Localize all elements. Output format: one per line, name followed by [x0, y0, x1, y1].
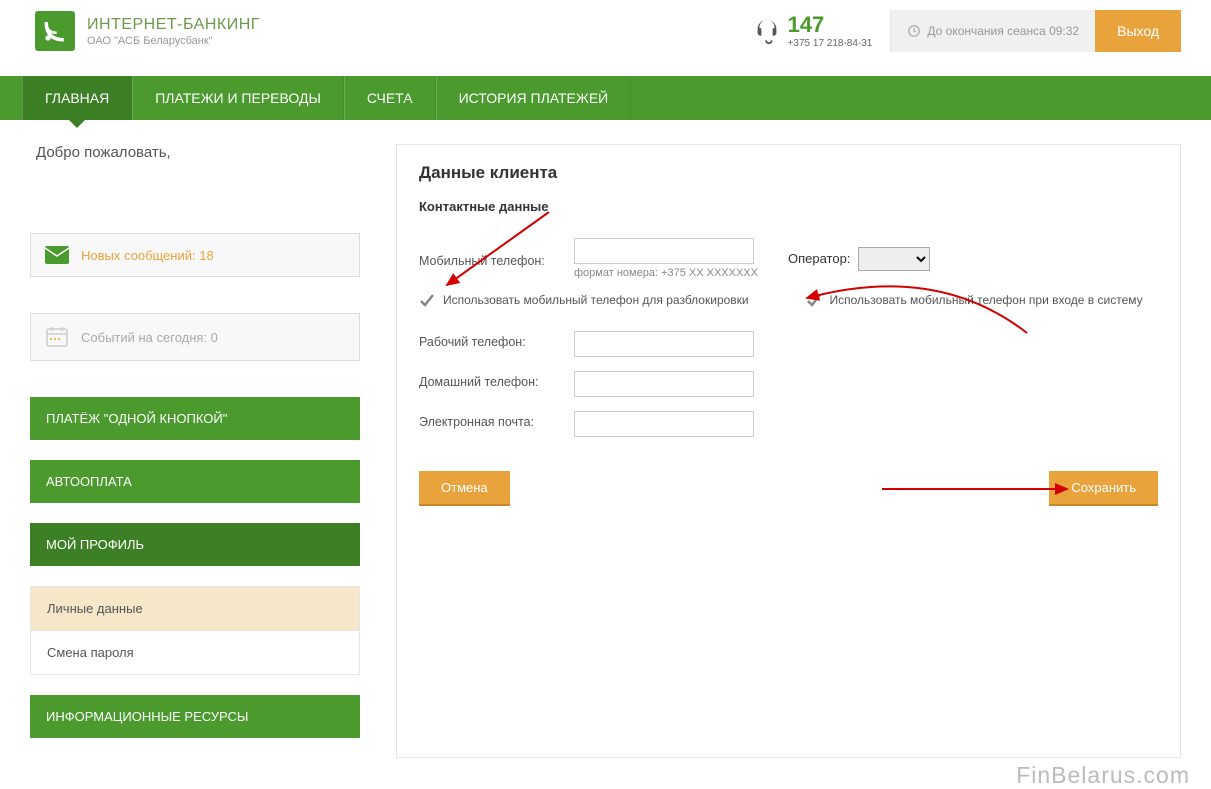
support-phone: +375 17 218-84-31: [788, 38, 873, 49]
mobile-input[interactable]: [574, 238, 754, 264]
nav-payments[interactable]: ПЛАТЕЖИ И ПЕРЕВОДЫ: [132, 76, 344, 120]
work-phone-label: Рабочий телефон:: [419, 331, 574, 349]
nav-home[interactable]: ГЛАВНАЯ: [22, 76, 132, 120]
main-nav: ГЛАВНАЯ ПЛАТЕЖИ И ПЕРЕВОДЫ СЧЕТА ИСТОРИЯ…: [0, 76, 1211, 120]
logout-button[interactable]: Выход: [1095, 10, 1181, 52]
row-email: Электронная почта:: [419, 411, 1158, 437]
bank-logo-icon: [35, 11, 75, 51]
email-label: Электронная почта:: [419, 411, 574, 429]
support-number: 147: [788, 14, 873, 36]
messages-box[interactable]: Новых сообщений: 18: [30, 233, 360, 277]
events-box[interactable]: Событий на сегодня: 0: [30, 313, 360, 361]
brand-title: ИНТЕРНЕТ-БАНКИНГ: [87, 16, 260, 34]
header: ИНТЕРНЕТ-БАНКИНГ ОАО "АСБ Беларусбанк" 1…: [0, 0, 1211, 62]
check-unblock[interactable]: Использовать мобильный телефон для разбл…: [419, 293, 772, 309]
sidebar-change-password[interactable]: Смена пароля: [30, 631, 360, 675]
headset-icon: [752, 16, 782, 46]
messages-label: Новых сообщений: 18: [81, 248, 214, 263]
check-login-label: Использовать мобильный телефон при входе…: [830, 293, 1143, 307]
save-button[interactable]: Сохранить: [1049, 471, 1158, 506]
sidebar-personal-data[interactable]: Личные данные: [30, 586, 360, 631]
session-timer: До окончания сеанса 09:32: [890, 10, 1095, 52]
sidebar-oneclick[interactable]: ПЛАТЁЖ "ОДНОЙ КНОПКОЙ": [30, 397, 360, 440]
mobile-label: Мобильный телефон:: [419, 250, 574, 268]
welcome-text: Добро пожаловать,: [36, 144, 360, 161]
cancel-button[interactable]: Отмена: [419, 471, 510, 506]
home-phone-input[interactable]: [574, 371, 754, 397]
events-label: Событий на сегодня: 0: [81, 330, 218, 345]
sidebar-autopay[interactable]: АВТООПЛАТА: [30, 460, 360, 503]
row-work-phone: Рабочий телефон:: [419, 331, 1158, 357]
operator-label: Оператор:: [788, 251, 850, 266]
watermark: FinBelarus.com: [1016, 762, 1190, 789]
nav-accounts[interactable]: СЧЕТА: [344, 76, 436, 120]
main-panel: Данные клиента Контактные данные Мобильн…: [396, 144, 1181, 758]
check-icon: [419, 293, 435, 309]
panel-title: Данные клиента: [419, 163, 1158, 183]
session-text: До окончания сеанса 09:32: [927, 24, 1079, 38]
row-mobile: Мобильный телефон: формат номера: +375 X…: [419, 238, 1158, 279]
nav-history[interactable]: ИСТОРИЯ ПЛАТЕЖЕЙ: [436, 76, 632, 120]
home-phone-label: Домашний телефон:: [419, 371, 574, 389]
panel-subtitle: Контактные данные: [419, 199, 1158, 214]
check-login[interactable]: Использовать мобильный телефон при входе…: [806, 293, 1159, 309]
email-input[interactable]: [574, 411, 754, 437]
brand-block: ИНТЕРНЕТ-БАНКИНГ ОАО "АСБ Беларусбанк": [35, 11, 752, 51]
check-icon: [806, 293, 822, 309]
sidebar-info-resources[interactable]: ИНФОРМАЦИОННЫЕ РЕСУРСЫ: [30, 695, 360, 738]
check-unblock-label: Использовать мобильный телефон для разбл…: [443, 293, 749, 307]
envelope-icon: [45, 246, 69, 264]
sidebar: Добро пожаловать, Новых сообщений: 18 Со…: [30, 144, 360, 758]
mobile-hint: формат номера: +375 XX XXXXXXX: [574, 267, 758, 279]
brand-subtitle: ОАО "АСБ Беларусбанк": [87, 35, 260, 47]
calendar-icon: [45, 326, 69, 348]
support-block: 147 +375 17 218-84-31: [752, 14, 873, 49]
clock-icon: [907, 24, 921, 38]
work-phone-input[interactable]: [574, 331, 754, 357]
operator-select[interactable]: [858, 247, 930, 271]
sidebar-profile[interactable]: МОЙ ПРОФИЛЬ: [30, 523, 360, 566]
row-home-phone: Домашний телефон:: [419, 371, 1158, 397]
